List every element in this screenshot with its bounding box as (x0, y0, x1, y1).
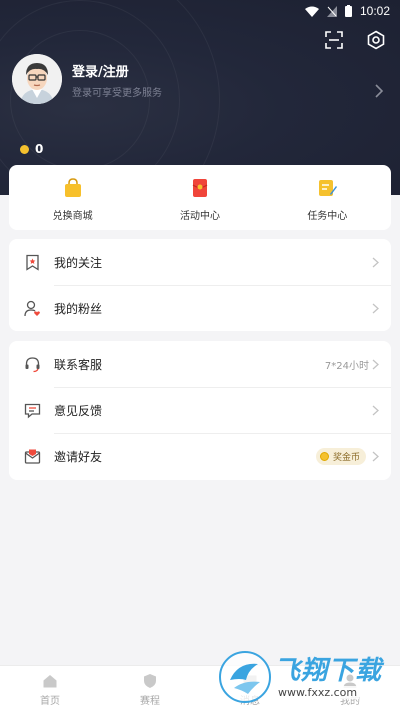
menu-card-social: 我的关注 我的粉丝 (9, 239, 391, 331)
menu-item-label: 我的关注 (54, 255, 103, 270)
bookmark-icon (26, 254, 39, 271)
quick-item-exchange-mall[interactable]: 兑换商城 (9, 165, 136, 230)
watermark-title: 飞翔下载 (274, 656, 383, 686)
support-hours-text: 7*24小时 (324, 360, 369, 372)
quick-item-label: 任务中心 (307, 211, 348, 222)
menu-item-contact-support[interactable]: 联系客服 7*24小时 (9, 341, 391, 387)
login-subtitle: 登录可享受更多服务 (72, 88, 162, 99)
tab-label: 首页 (40, 696, 60, 707)
shopping-bag-icon (64, 178, 81, 197)
battery-icon (344, 5, 352, 17)
menu-item-my-follows[interactable]: 我的关注 (9, 239, 391, 285)
settings-gear-icon[interactable] (366, 30, 386, 50)
chevron-right-icon[interactable] (374, 84, 384, 98)
status-bar: 10:02 (0, 0, 400, 24)
quick-item-label: 兑换商城 (52, 211, 93, 222)
quick-item-label: 活动中心 (179, 211, 220, 222)
scan-icon[interactable] (324, 30, 344, 50)
watermark-logo-icon (219, 651, 271, 703)
tab-home[interactable]: 首页 (0, 666, 100, 711)
watermark-url: www.fxxz.com (276, 686, 360, 699)
quick-item-task-center[interactable]: 任务中心 (264, 165, 391, 230)
menu-item-label: 邀请好友 (54, 449, 103, 464)
tab-schedule[interactable]: 赛程 (100, 666, 200, 711)
signal-icon (326, 5, 337, 17)
quick-item-activity-center[interactable]: 活动中心 (136, 165, 263, 230)
chevron-right-icon (372, 303, 379, 313)
menu-item-feedback[interactable]: 意见反馈 (9, 387, 391, 433)
menu-item-invite-friends[interactable]: 邀请好友 奖金币 (9, 433, 391, 479)
quick-menu-card: 兑换商城 活动中心 任务中心 (9, 165, 391, 230)
red-envelope-icon (192, 179, 208, 197)
coin-value: 0 (35, 142, 44, 156)
login-register-link[interactable]: 登录/注册 (72, 61, 129, 80)
badge-label: 奖金币 (332, 452, 360, 463)
menu-item-label: 我的粉丝 (54, 301, 103, 316)
coin-icon (20, 144, 29, 154)
avatar[interactable] (12, 54, 62, 104)
tab-label: 赛程 (140, 696, 160, 707)
coin-icon (319, 451, 329, 461)
coin-balance[interactable]: 0 (20, 142, 43, 156)
watermark: 飞翔下载 www.fxxz.com (218, 646, 388, 708)
task-note-icon (319, 180, 338, 196)
cartoon-avatar-icon (12, 54, 62, 104)
mail-invite-icon (24, 449, 41, 464)
chevron-right-icon (372, 451, 379, 461)
status-time: 10:02 (359, 4, 390, 18)
shield-icon (144, 674, 156, 688)
feedback-icon (24, 403, 41, 418)
home-icon (43, 675, 57, 688)
chevron-right-icon (372, 257, 379, 267)
chevron-right-icon (372, 405, 379, 415)
headset-icon (25, 356, 40, 372)
wifi-icon (304, 6, 319, 17)
menu-card-service: 联系客服 7*24小时 意见反馈 邀请好友 奖金币 (9, 341, 391, 480)
menu-item-label: 联系客服 (54, 357, 103, 372)
user-heart-icon (24, 300, 40, 316)
chevron-right-icon (372, 359, 379, 369)
menu-item-my-fans[interactable]: 我的粉丝 (9, 285, 391, 331)
reward-coin-badge: 奖金币 (315, 447, 366, 465)
menu-item-label: 意见反馈 (54, 403, 103, 418)
